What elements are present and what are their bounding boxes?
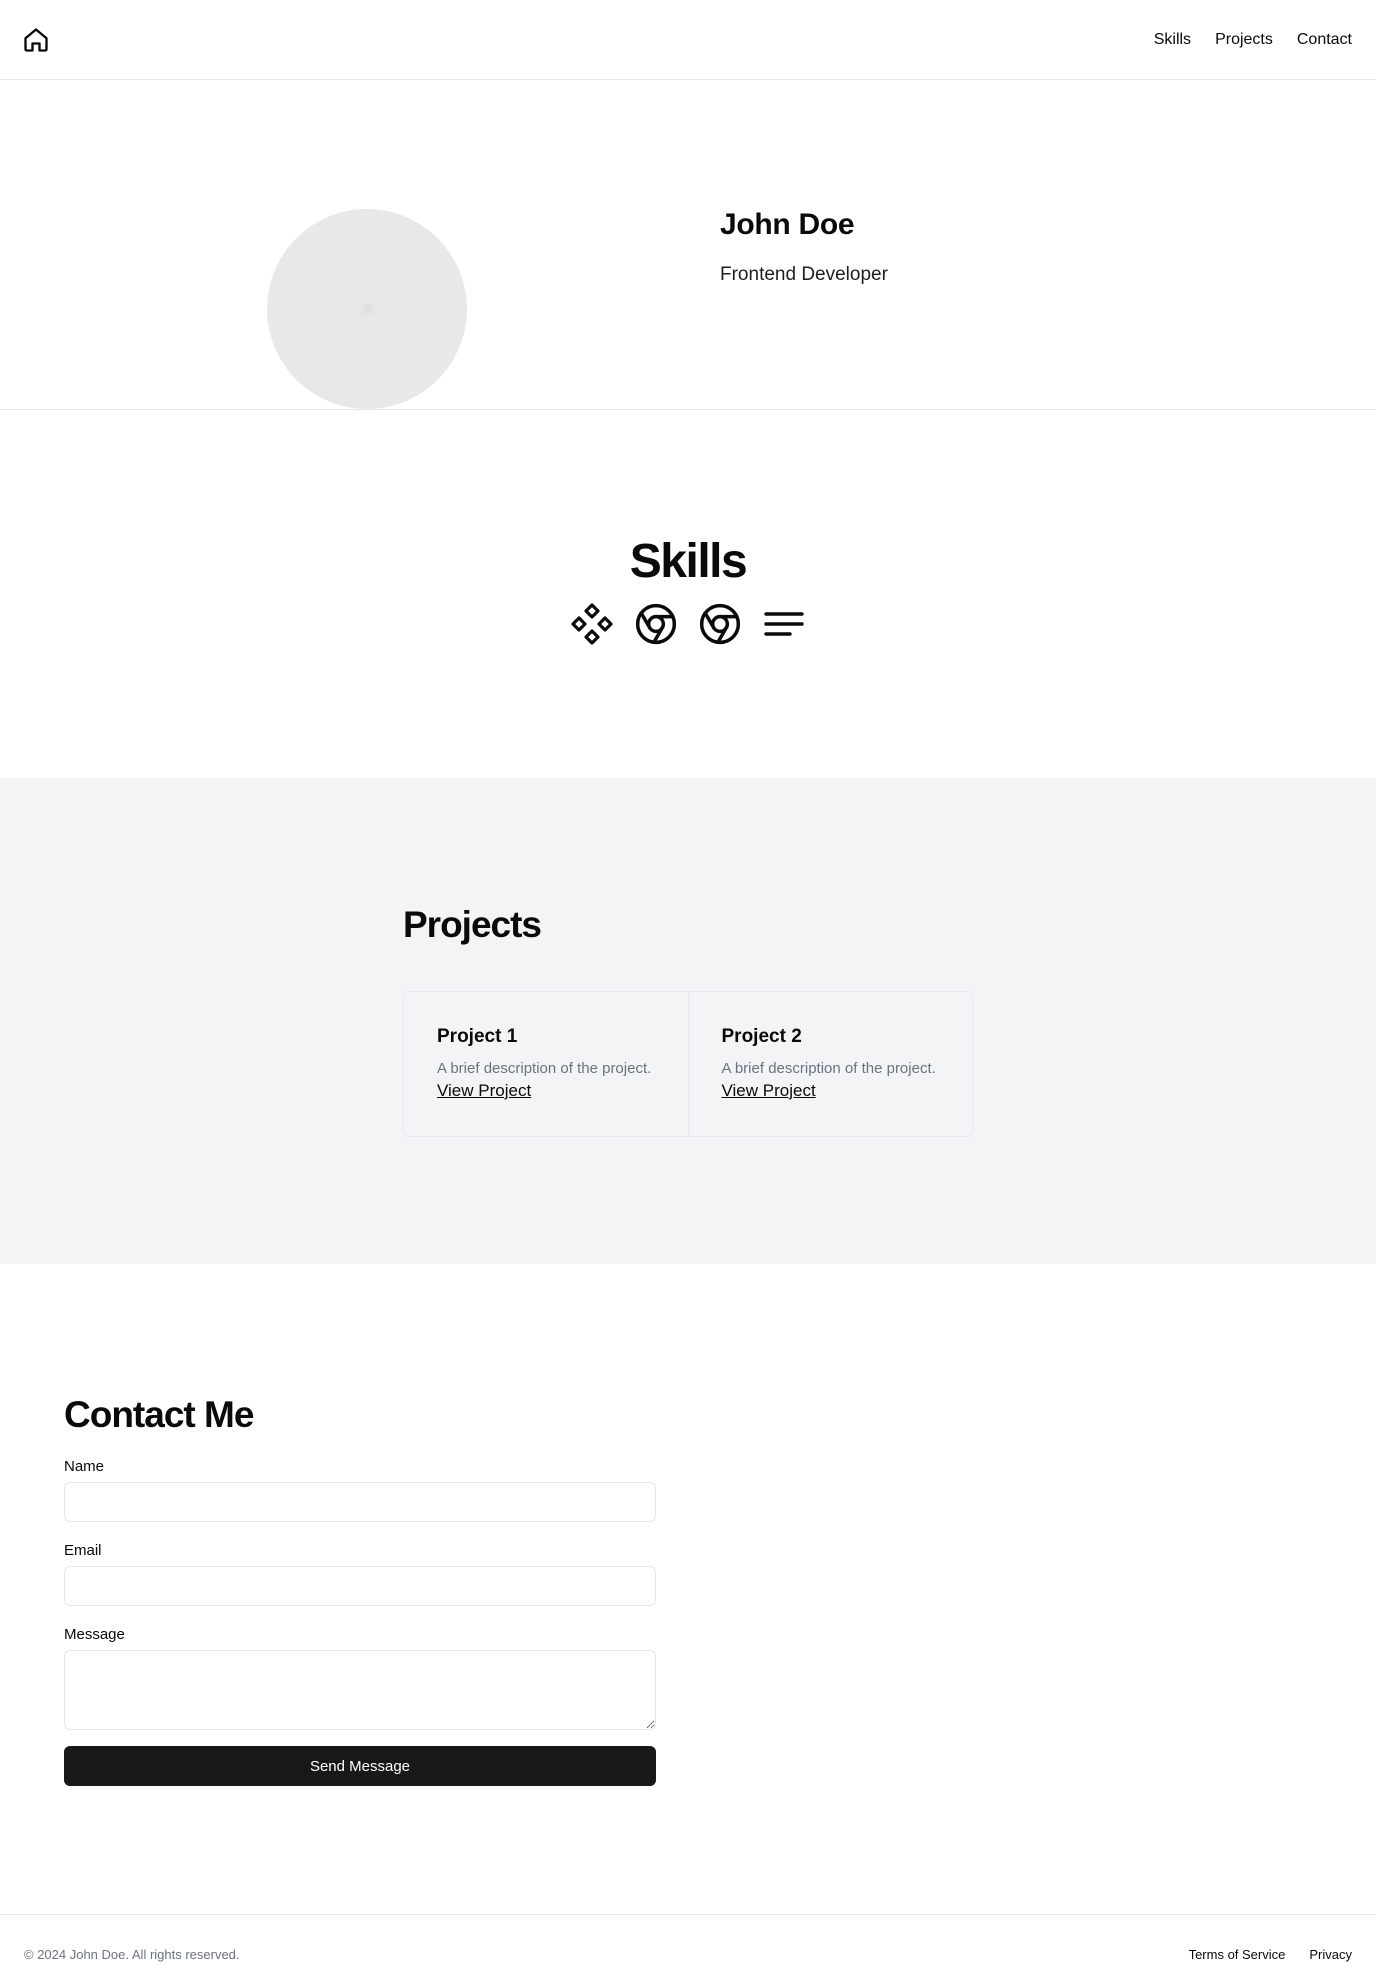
message-field[interactable] (64, 1650, 656, 1730)
project-card: Project 2 A brief description of the pro… (687, 992, 973, 1136)
avatar (267, 209, 467, 409)
site-header: Skills Projects Contact (0, 0, 1376, 80)
project-grid: Project 1 A brief description of the pro… (403, 991, 973, 1137)
hero-section: John Doe Frontend Developer (0, 80, 1376, 410)
copyright-text: © 2024 John Doe. All rights reserved. (24, 1947, 240, 1962)
hero-name: John Doe (720, 208, 855, 241)
footer-links: Terms of Service Privacy (1189, 1947, 1352, 1962)
message-label: Message (64, 1626, 125, 1643)
privacy-link[interactable]: Privacy (1309, 1947, 1352, 1962)
view-project-link[interactable]: View Project (437, 1081, 531, 1101)
avatar-placeholder-icon (355, 297, 379, 321)
name-field[interactable] (64, 1482, 656, 1522)
home-link[interactable] (22, 26, 50, 54)
project-description: A brief description of the project. (437, 1060, 652, 1077)
name-label: Name (64, 1458, 105, 1475)
projects-section: Projects Project 1 A brief description o… (0, 778, 1376, 1264)
projects-title: Projects (403, 904, 542, 945)
send-message-button[interactable]: Send Message (64, 1746, 656, 1786)
diamonds-icon (571, 603, 613, 645)
nav-link-projects[interactable]: Projects (1215, 31, 1273, 49)
project-card: Project 1 A brief description of the pro… (404, 992, 688, 1136)
hero-role: Frontend Developer (720, 264, 888, 285)
project-name: Project 1 (437, 1026, 518, 1047)
contact-title: Contact Me (64, 1394, 254, 1435)
email-label: Email (64, 1542, 102, 1559)
email-field[interactable] (64, 1566, 656, 1606)
skills-section: Skills (0, 410, 1376, 778)
nav-link-contact[interactable]: Contact (1297, 31, 1352, 49)
main-nav: Skills Projects Contact (1154, 0, 1352, 80)
align-left-icon (764, 612, 804, 636)
home-icon (24, 28, 48, 52)
site-footer: © 2024 John Doe. All rights reserved. Te… (0, 1914, 1376, 1979)
terms-of-service-link[interactable]: Terms of Service (1189, 1947, 1286, 1962)
skills-title: Skills (629, 535, 748, 588)
chrome-icon (699, 603, 741, 645)
contact-section: Contact Me Name Email Message Send Messa… (0, 1264, 1376, 1914)
nav-link-skills[interactable]: Skills (1154, 31, 1191, 49)
project-name: Project 2 (721, 1026, 802, 1047)
project-description: A brief description of the project. (721, 1060, 936, 1077)
view-project-link[interactable]: View Project (722, 1081, 816, 1101)
skills-icon-list (0, 602, 1376, 646)
chrome-icon (635, 603, 677, 645)
